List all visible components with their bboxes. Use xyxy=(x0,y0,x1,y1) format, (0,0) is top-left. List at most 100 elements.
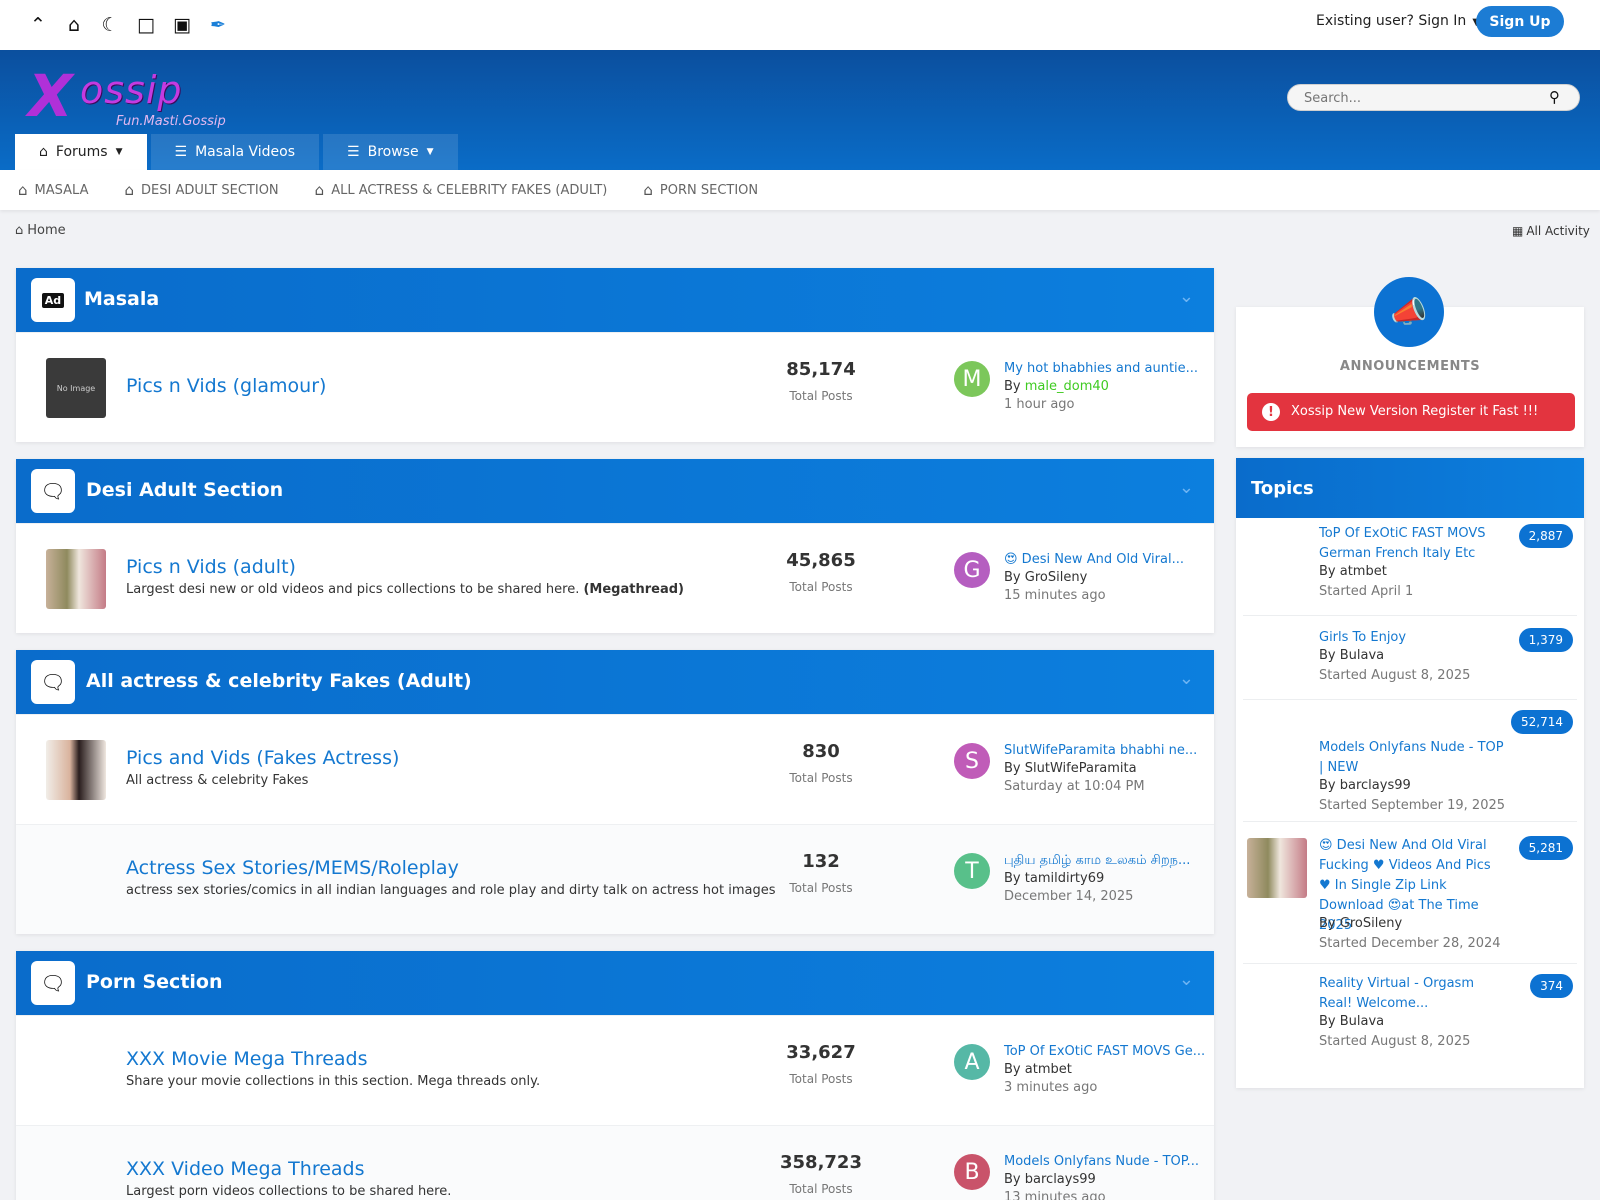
chevron-down-icon[interactable]: ⌄ xyxy=(1179,668,1194,689)
topics-widget: Topics ToP Of ExOtiC FAST MOVS German Fr… xyxy=(1236,458,1584,1088)
tab-forums[interactable]: ⌂ Forums ▼ xyxy=(15,134,147,170)
square-icon[interactable]: □ xyxy=(136,14,156,36)
topic-title[interactable]: Models Onlyfans Nude - TOP | NEW xyxy=(1319,738,1505,778)
last-post-title[interactable]: ToP Of ExOtiC FAST MOVS Ge... xyxy=(1004,1044,1205,1059)
last-post-title[interactable]: 😍 Desi New And Old Viral... xyxy=(1004,552,1184,567)
last-post-author: By tamildirty69 xyxy=(1004,871,1105,886)
comments-icon: 🗨 xyxy=(31,961,75,1005)
sign-up-button[interactable]: Sign Up xyxy=(1476,6,1564,37)
post-count: 85,174 xyxy=(786,359,856,380)
tab-masala-videos[interactable]: ☰ Masala Videos xyxy=(150,134,320,170)
topic-title[interactable]: Girls To Enjoy xyxy=(1319,628,1505,648)
brush-icon[interactable]: ✒ xyxy=(208,14,228,36)
announcement-alert[interactable]: ! Xossip New Version Register it Fast !!… xyxy=(1247,393,1575,431)
home-icon: ⌂ xyxy=(18,181,28,199)
category-header[interactable]: 🗨 Porn Section ⌄ xyxy=(16,951,1214,1015)
topic-thumbnail[interactable] xyxy=(1247,838,1307,898)
forum-title[interactable]: Pics and Vids (Fakes Actress) xyxy=(126,747,399,769)
caret-down-icon: ▼ xyxy=(115,147,123,157)
category-header[interactable]: Ad Masala ⌄ xyxy=(16,268,1214,332)
user-link[interactable]: SlutWifeParamita xyxy=(1025,761,1137,776)
topic-title[interactable]: ToP Of ExOtiC FAST MOVS German French It… xyxy=(1319,524,1505,564)
forum-title[interactable]: Pics n Vids (glamour) xyxy=(126,375,326,397)
announcements-title: ANNOUNCEMENTS xyxy=(1339,359,1481,374)
user-link[interactable]: male_dom40 xyxy=(1025,379,1109,394)
megaphone-icon: 📣 xyxy=(1374,277,1444,347)
image-icon[interactable]: ▣ xyxy=(172,14,192,36)
search-input[interactable] xyxy=(1304,89,1534,107)
sign-in-dropdown[interactable]: Existing user? Sign In▼ xyxy=(1316,13,1480,29)
user-link[interactable]: atmbet xyxy=(1025,1062,1072,1077)
post-count-label: Total Posts xyxy=(789,389,853,403)
search-icon[interactable]: ⚲ xyxy=(1549,88,1560,106)
subnav-item-porn[interactable]: ⌂ Porn Section xyxy=(643,181,758,199)
topic-started: Started December 28, 2024 xyxy=(1319,936,1501,951)
forum-title[interactable]: Actress Sex Stories/MEMS/Roleplay xyxy=(126,857,459,879)
breadcrumb[interactable]: ⌂ Home xyxy=(15,223,66,238)
chevron-down-icon[interactable]: ⌄ xyxy=(1179,286,1194,307)
home-icon: ⌂ xyxy=(314,181,325,199)
tab-browse[interactable]: ☰ Browse ▼ xyxy=(323,134,458,170)
list-icon: ☰ xyxy=(347,144,360,160)
last-post-title[interactable]: My hot bhabhies and auntie... xyxy=(1004,361,1198,376)
forum-thumbnail[interactable] xyxy=(46,740,106,800)
topic-item: Girls To Enjoy By Bulava Started August … xyxy=(1243,616,1577,700)
topic-title[interactable]: Reality Virtual - Orgasm Real! Welcome..… xyxy=(1319,974,1505,1014)
avatar[interactable]: A xyxy=(954,1044,990,1080)
comments-icon: 🗨 xyxy=(31,660,75,704)
logo-text: ossip xyxy=(80,68,183,112)
chevron-up-icon[interactable]: ⌃ xyxy=(28,14,48,36)
main-nav: ⌂ Forums ▼ ☰ Masala Videos ☰ Browse ▼ xyxy=(15,134,458,170)
forum-description: Largest desi new or old videos and pics … xyxy=(126,582,684,597)
category-header[interactable]: 🗨 All actress & celebrity Fakes (Adult) … xyxy=(16,650,1214,714)
avatar[interactable]: T xyxy=(954,853,990,889)
topic-reply-count: 52,714 xyxy=(1511,710,1573,734)
forum-title[interactable]: XXX Video Mega Threads xyxy=(126,1158,365,1180)
user-link[interactable]: tamildirty69 xyxy=(1025,871,1105,886)
topic-item: Reality Virtual - Orgasm Real! Welcome..… xyxy=(1243,964,1577,1076)
last-post-title[interactable]: புதிய தமிழ் காம உலகம் சிறந... xyxy=(1004,853,1190,869)
ad-icon: Ad xyxy=(31,278,75,322)
forum-row: XXX Video Mega Threads Largest porn vide… xyxy=(16,1125,1214,1200)
last-post-title[interactable]: SlutWifeParamita bhabhi ne... xyxy=(1004,743,1197,758)
category-porn: 🗨 Porn Section ⌄ XXX Movie Mega Threads … xyxy=(16,951,1214,1200)
last-post-author: By SlutWifeParamita xyxy=(1004,761,1137,776)
last-post-time: 15 minutes ago xyxy=(1004,588,1106,603)
post-count-label: Total Posts xyxy=(789,1072,853,1086)
category-header[interactable]: 🗨 Desi Adult Section ⌄ xyxy=(16,459,1214,523)
home-icon: ⌂ xyxy=(15,223,24,238)
avatar[interactable]: S xyxy=(954,743,990,779)
forum-title[interactable]: Pics n Vids (adult) xyxy=(126,556,296,578)
all-activity-link[interactable]: ▦ All Activity xyxy=(1512,224,1590,238)
subnav-item-desi-adult[interactable]: ⌂ Desi Adult Section xyxy=(124,181,278,199)
avatar[interactable]: B xyxy=(954,1154,990,1190)
avatar[interactable]: M xyxy=(954,361,990,397)
home-icon: ⌂ xyxy=(124,181,134,199)
moon-icon[interactable]: ☾ xyxy=(100,14,120,36)
list-icon: ☰ xyxy=(174,144,188,160)
topics-header: Topics xyxy=(1236,458,1584,518)
subnav-item-masala[interactable]: ⌂ Masala xyxy=(18,181,88,199)
chevron-down-icon[interactable]: ⌄ xyxy=(1179,969,1194,990)
forum-description: All actress & celebrity Fakes xyxy=(126,773,309,788)
forum-description: Share your movie collections in this sec… xyxy=(126,1074,541,1089)
site-logo[interactable]: X ossip Fun.Masti.Gossip xyxy=(28,64,258,134)
last-post-title[interactable]: Models Onlyfans Nude - TOP... xyxy=(1004,1154,1199,1169)
caret-down-icon: ▼ xyxy=(426,147,434,157)
forum-thumbnail[interactable] xyxy=(46,549,106,609)
logo-tagline: Fun.Masti.Gossip xyxy=(116,114,226,129)
category-masala: Ad Masala ⌄ No Image Pics n Vids (glamou… xyxy=(16,268,1214,442)
topic-reply-count: 374 xyxy=(1530,974,1573,998)
forum-title[interactable]: XXX Movie Mega Threads xyxy=(126,1048,368,1070)
user-link[interactable]: GroSileny xyxy=(1025,570,1088,585)
avatar[interactable]: G xyxy=(954,552,990,588)
logo-x: X xyxy=(28,62,73,130)
chevron-down-icon[interactable]: ⌄ xyxy=(1179,477,1194,498)
last-post-time: December 14, 2025 xyxy=(1004,889,1134,904)
subnav-item-fakes[interactable]: ⌂ All actress & celebrity Fakes (Adult) xyxy=(315,181,608,199)
search-box: ⚲ xyxy=(1287,84,1580,111)
post-count-label: Total Posts xyxy=(789,771,853,785)
user-link[interactable]: barclays99 xyxy=(1025,1172,1096,1187)
home-icon[interactable]: ⌂ xyxy=(64,14,84,36)
forum-thumbnail[interactable]: No Image xyxy=(46,358,106,418)
